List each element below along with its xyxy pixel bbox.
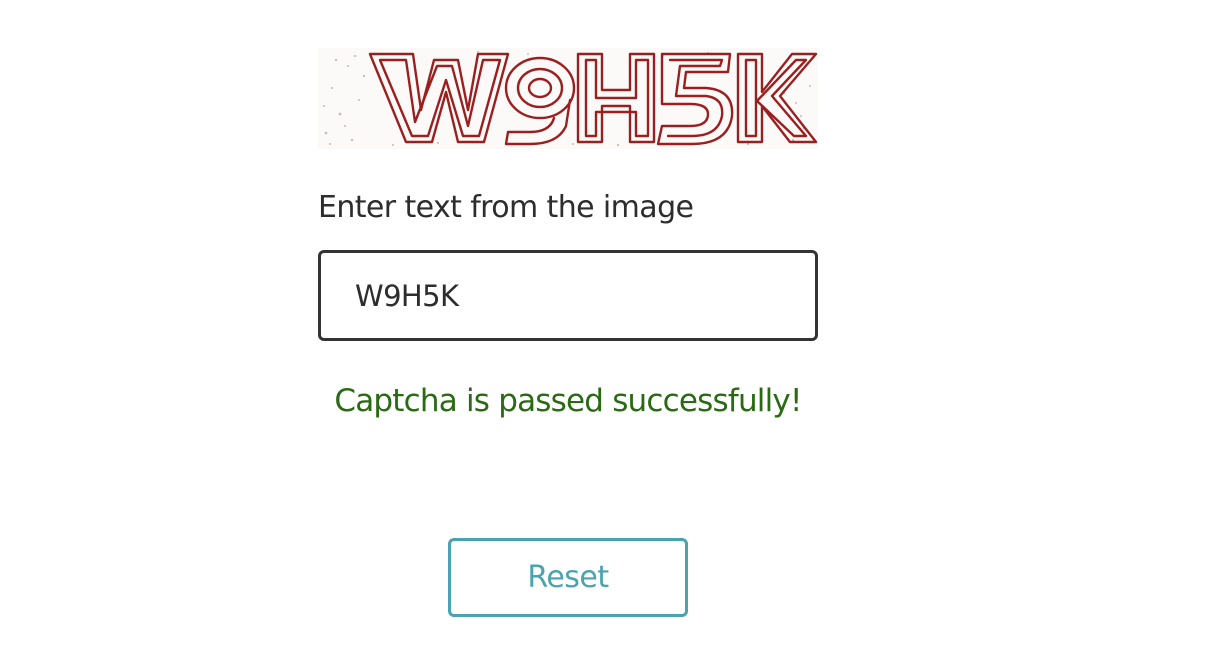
- captcha-input-label: Enter text from the image: [318, 190, 694, 225]
- captcha-image: [318, 48, 818, 149]
- reset-button[interactable]: Reset: [448, 538, 688, 617]
- captcha-input[interactable]: [318, 250, 818, 341]
- success-message: Captcha is passed successfully!: [334, 383, 802, 419]
- captcha-image-graphic: [323, 51, 818, 147]
